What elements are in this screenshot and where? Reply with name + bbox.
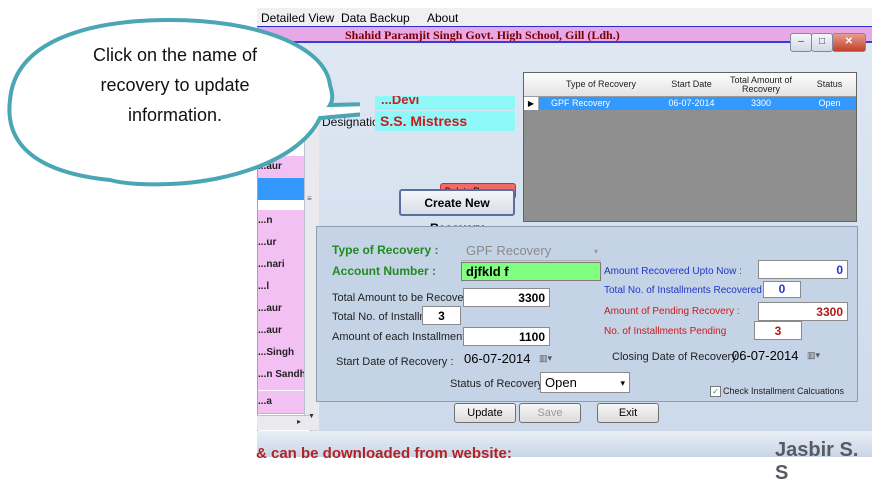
grid-cell-total[interactable]: 3300 [719, 97, 803, 110]
type-of-recovery-value: GPF Recovery [466, 243, 552, 258]
grid-header: Type of Recovery Start Date Total Amount… [524, 73, 856, 97]
scroll-down-icon[interactable]: ▼ [308, 413, 315, 420]
chevron-down-icon: ▾ [620, 378, 625, 388]
designation-value: S.S. Mistress [380, 113, 468, 129]
recovery-grid[interactable]: Type of Recovery Start Date Total Amount… [523, 72, 857, 222]
start-date-value: 06-07-2014 [464, 351, 531, 366]
window-controls: – □ ✕ [790, 33, 866, 52]
pending-amount-field[interactable]: 3300 [758, 302, 848, 321]
amount-each-label: Amount of each Installment. [332, 331, 469, 343]
grid-cell-type[interactable]: GPF Recovery [539, 97, 664, 110]
installments-recovered-field[interactable]: 0 [763, 281, 801, 298]
minimize-icon[interactable]: – [790, 33, 812, 52]
footer-right-text: Jasbir S. S [775, 439, 859, 484]
check-installment-label: Check Installment Calcuations [723, 386, 845, 396]
installments-recovered-label: Total No. of Installments Recovered [604, 285, 762, 296]
list-item[interactable]: ...Singh [258, 342, 310, 365]
menu-about[interactable]: About [427, 11, 458, 25]
grid-col-type: Type of Recovery [565, 79, 637, 89]
amount-recovered-field[interactable]: 0 [758, 260, 848, 279]
type-of-recovery-select[interactable]: GPF Recovery ▾ [461, 243, 601, 261]
row-pointer-icon: ▶ [524, 97, 539, 110]
status-select[interactable]: Open ▾ [540, 372, 630, 393]
amount-each-field[interactable]: 1100 [463, 327, 550, 346]
list-item[interactable]: ...l [258, 276, 310, 299]
account-number-value: djfkld f [466, 264, 509, 279]
employee-name-field: ...Devi [375, 96, 515, 110]
create-new-recovery-button[interactable]: Create New Recovery [399, 189, 515, 235]
list-horizontal-scrollbar[interactable]: ▸ [257, 415, 309, 430]
pending-installments-label: No. of Installments Pending [604, 326, 727, 337]
calendar-dropdown-icon[interactable]: ▥▾ [539, 348, 552, 369]
grid-col-total: Total Amount of Recovery [729, 74, 793, 94]
callout-text: Click on the name of recovery to update … [92, 45, 258, 125]
chevron-down-icon: ▾ [593, 247, 598, 256]
grid-cell-start-date[interactable]: 06-07-2014 [664, 97, 719, 110]
list-item[interactable]: ...aur [258, 298, 310, 321]
list-item[interactable]: ...n [258, 210, 310, 233]
grid-col-status: Status [816, 79, 843, 89]
scroll-right-icon[interactable]: ▸ [297, 417, 301, 426]
total-installments-field[interactable]: 3 [422, 306, 461, 325]
closing-date-label: Closing Date of Recovery : [612, 351, 743, 363]
footer-left-text: & can be downloaded from website: [256, 445, 512, 462]
start-date-picker[interactable]: 06-07-2014 ▥▾ [462, 348, 552, 369]
designation-field: S.S. Mistress [375, 111, 515, 131]
calendar-dropdown-icon[interactable]: ▥▾ [807, 345, 820, 366]
grid-cell-status[interactable]: Open [803, 97, 856, 110]
closing-date-value: 06-07-2014 [732, 348, 799, 363]
table-row[interactable]: ▶ GPF Recovery 06-07-2014 3300 Open [524, 97, 856, 110]
account-number-label: Account Number : [332, 264, 437, 278]
closing-date-picker[interactable]: 06-07-2014 ▥▾ [730, 345, 820, 366]
close-icon[interactable]: ✕ [832, 33, 866, 52]
pending-installments-field[interactable]: 3 [754, 321, 802, 340]
start-date-label: Start Date of Recovery : [336, 356, 454, 368]
list-item[interactable]: ...aur [258, 320, 310, 343]
maximize-icon[interactable]: □ [811, 33, 833, 52]
check-installment-checkbox[interactable]: ✓ [710, 386, 721, 397]
status-label: Status of Recovery : [450, 378, 550, 390]
list-item[interactable]: ...n Sandhu [258, 364, 310, 391]
list-item[interactable]: ...nari [258, 254, 310, 277]
list-item[interactable]: ...a [258, 391, 310, 414]
grid-col-start-date: Start Date [671, 79, 712, 89]
exit-button[interactable]: Exit [597, 403, 659, 423]
footer-strip: & can be downloaded from website: Jasbir… [256, 431, 872, 484]
amount-recovered-label: Amount Recovered Upto Now : [604, 266, 742, 277]
account-number-field[interactable]: djfkld f [461, 262, 601, 281]
type-of-recovery-label: Type of Recovery : [332, 243, 439, 257]
employee-name: ...Devi [381, 96, 420, 107]
pending-amount-label: Amount of Pending Recovery : [604, 306, 740, 317]
list-item[interactable]: ...ur [258, 232, 310, 255]
total-amount-field[interactable]: 3300 [463, 288, 550, 307]
status-value: Open [545, 375, 577, 390]
update-button[interactable]: Update [454, 403, 516, 423]
save-button[interactable]: Save [519, 403, 581, 423]
